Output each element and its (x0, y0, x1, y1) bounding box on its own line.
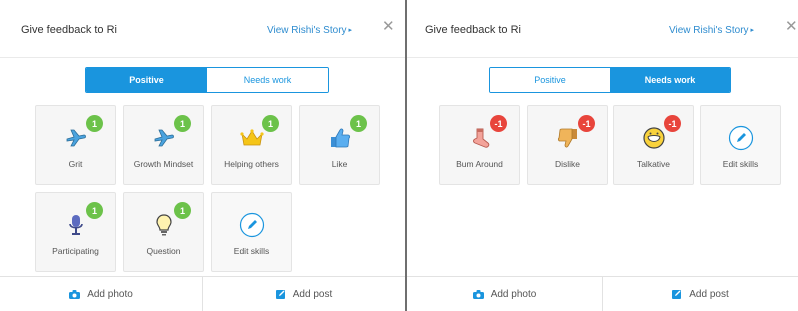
tab-positive[interactable]: Positive (86, 68, 207, 92)
skill-label: Participating (52, 246, 99, 256)
lightbulb-icon (124, 211, 203, 239)
camera-icon (69, 289, 81, 299)
feedback-panel-positive: Give feedback to Ri View Rishi's Story ▸ … (0, 0, 405, 311)
microphone-icon (36, 211, 115, 239)
view-story-link[interactable]: View Rishi's Story ▸ (267, 25, 352, 36)
add-photo-label: Add photo (490, 288, 537, 300)
panel-footer: Add photo Add post (407, 276, 798, 311)
crown-icon (212, 124, 291, 152)
skill-tile-question[interactable]: 1 Question (123, 192, 204, 272)
skill-label: Bum Around (456, 159, 503, 169)
pencil-icon (212, 211, 291, 239)
skill-tile-helping-others[interactable]: 1 Helping others (211, 105, 292, 185)
panel-title: Give feedback to Ri (21, 24, 117, 36)
skill-label: Grit (68, 159, 83, 169)
sock-icon (440, 124, 519, 152)
skill-tile-bum-around[interactable]: -1 Bum Around (439, 105, 520, 185)
pencil-icon (701, 124, 780, 152)
thumbs-down-icon (528, 124, 607, 152)
edit-skills-tile[interactable]: Edit skills (211, 192, 292, 272)
skill-tile-talkative[interactable]: -1 Talkative (613, 105, 694, 185)
panel-footer: Add photo Add post (0, 276, 405, 311)
edit-skills-tile[interactable]: Edit skills (700, 105, 781, 185)
skill-label: Helping others (224, 159, 279, 169)
skill-tile-growth-mindset[interactable]: 1 Growth Mindset (123, 105, 204, 185)
skill-label: Edit skills (722, 159, 759, 169)
skill-label: Talkative (636, 159, 671, 169)
close-icon[interactable]: ✕ (785, 19, 798, 34)
skill-tile-grit[interactable]: 1 Grit (35, 105, 116, 185)
feedback-panel-needs-work: Give feedback to Ri View Rishi's Story ▸ … (407, 0, 798, 311)
skill-label: Question (146, 246, 181, 256)
add-photo-label: Add photo (87, 288, 133, 300)
add-post-button[interactable]: Add post (602, 277, 798, 311)
add-photo-button[interactable]: Add photo (407, 277, 602, 311)
view-story-link[interactable]: View Rishi's Story ▸ (669, 25, 754, 36)
close-icon[interactable]: ✕ (382, 19, 395, 34)
tab-needs-work[interactable]: Needs work (610, 68, 730, 92)
airplane-icon (36, 124, 115, 152)
camera-icon (472, 289, 484, 299)
app-window: Give feedback to Ri View Rishi's Story ▸ … (0, 0, 798, 311)
tab-needs-work[interactable]: Needs work (207, 68, 328, 92)
add-post-label: Add post (689, 288, 729, 300)
tab-positive[interactable]: Positive (490, 68, 610, 92)
thumbs-up-icon (300, 124, 379, 152)
feedback-type-toggle: Positive Needs work (489, 67, 731, 93)
skill-tile-participating[interactable]: 1 Participating (35, 192, 116, 272)
compose-icon (672, 289, 682, 299)
skill-tile-dislike[interactable]: -1 Dislike (527, 105, 608, 185)
skill-label: Growth Mindset (133, 159, 194, 169)
skill-label: Edit skills (233, 246, 270, 256)
skill-label: Dislike (554, 159, 581, 169)
panel-title: Give feedback to Ri (425, 24, 521, 36)
skill-label: Like (331, 159, 348, 169)
compose-icon (275, 289, 286, 299)
add-post-button[interactable]: Add post (202, 277, 405, 311)
skill-tile-like[interactable]: 1 Like (299, 105, 380, 185)
add-photo-button[interactable]: Add photo (0, 277, 202, 311)
panel-header: Give feedback to Ri View Rishi's Story ▸ … (407, 0, 798, 58)
panel-header: Give feedback to Ri View Rishi's Story ▸ … (0, 0, 405, 58)
caret-right-icon: ▸ (750, 27, 755, 34)
caret-right-icon: ▸ (348, 27, 353, 34)
feedback-type-toggle: Positive Needs work (85, 67, 329, 93)
talking-face-icon (614, 124, 693, 152)
add-post-label: Add post (292, 288, 333, 300)
airplane-icon (124, 124, 203, 152)
